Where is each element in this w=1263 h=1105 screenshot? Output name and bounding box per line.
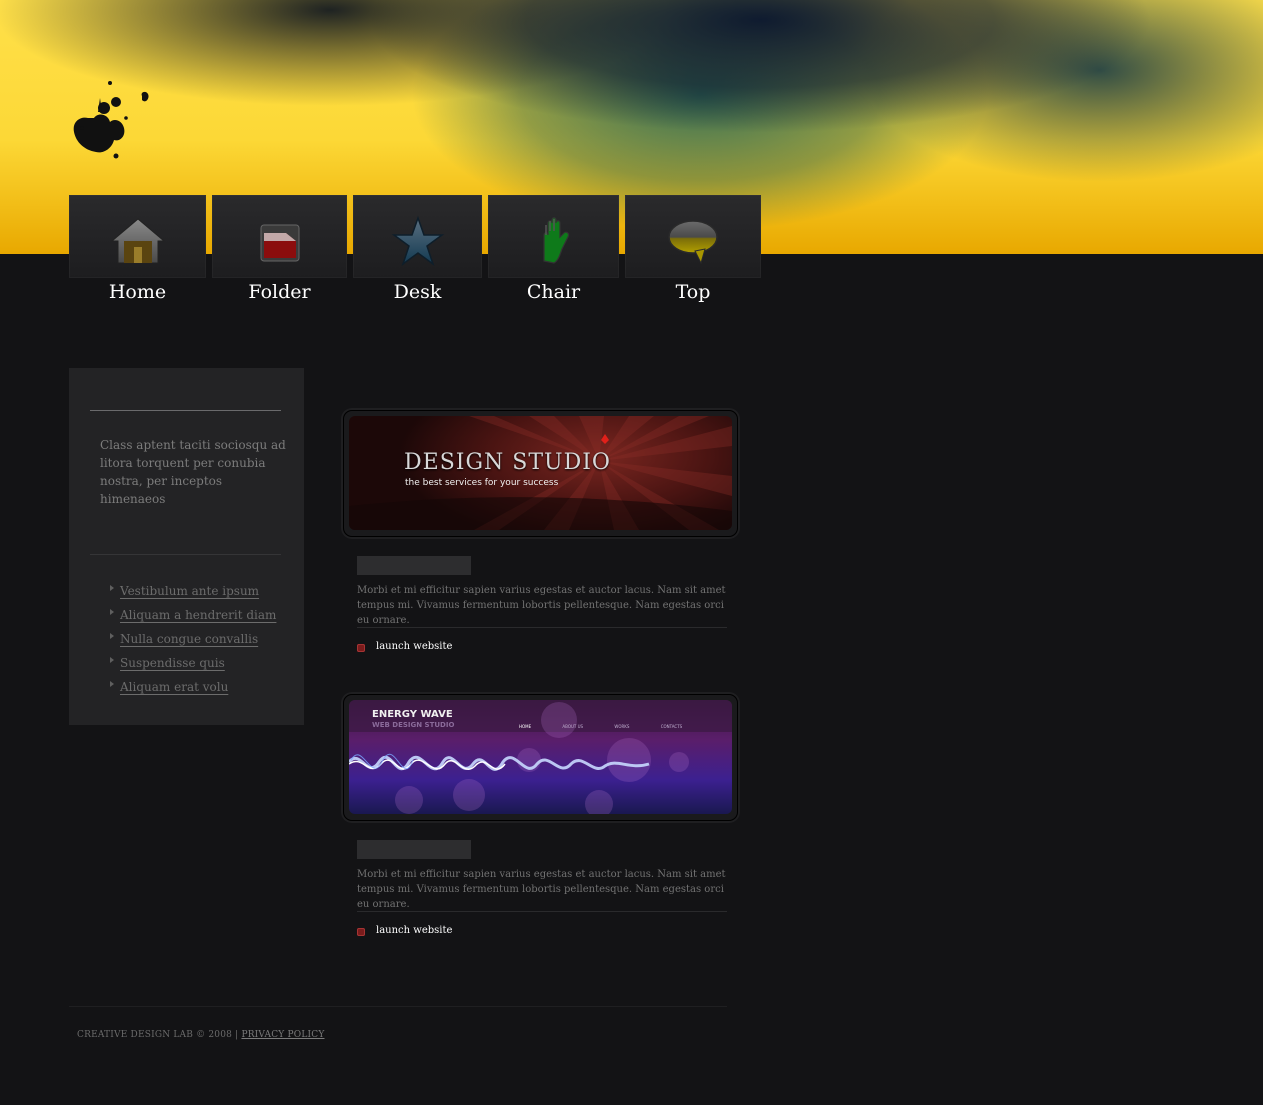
list-item: Nulla congue convallis xyxy=(109,628,276,652)
divider xyxy=(90,554,281,555)
sidebar-link[interactable]: Aliquam erat volu xyxy=(120,680,228,694)
external-link-icon xyxy=(357,644,365,652)
footer-divider xyxy=(69,1006,727,1007)
link-label: launch website xyxy=(376,641,453,652)
list-item: Vestibulum ante ipsum xyxy=(109,580,276,604)
sidebar-link[interactable]: Aliquam a hendrerit diam xyxy=(120,608,276,622)
project-description: Morbi et mi efficitur sapien varius eges… xyxy=(357,585,726,626)
speech-bubble-icon xyxy=(668,220,718,265)
list-item: Suspendisse quis xyxy=(109,652,276,676)
thumb-subtitle: WEB DESIGN STUDIO xyxy=(372,721,455,729)
star-icon xyxy=(391,215,444,266)
project-title xyxy=(357,840,471,859)
sidebar-intro: Class aptent taciti sociosqu ad litora t… xyxy=(100,438,286,506)
sidebar: Class aptent taciti sociosqu ad litora t… xyxy=(69,368,304,725)
divider xyxy=(357,911,727,912)
project-thumbnail[interactable]: ENERGY WAVE WEB DESIGN STUDIO HOME ABOUT… xyxy=(343,694,738,821)
nav-item-top[interactable]: Top xyxy=(625,195,761,305)
triangle-bullet-icon xyxy=(110,657,114,663)
nav-item-folder[interactable]: Folder xyxy=(212,195,347,305)
triangle-bullet-icon xyxy=(110,633,114,639)
nav-label: Desk xyxy=(393,281,442,303)
thumb-title: DESIGN STUDIO xyxy=(404,450,611,475)
thumb-nav-item: WORKS xyxy=(614,724,630,729)
triangle-bullet-icon xyxy=(110,585,114,591)
external-link-icon xyxy=(357,928,365,936)
link-label: launch website xyxy=(376,925,453,936)
project-card: ENERGY WAVE WEB DESIGN STUDIO HOME ABOUT… xyxy=(343,694,738,944)
thumb-subtitle: the best services for your success xyxy=(405,478,559,488)
triangle-bullet-icon xyxy=(110,681,114,687)
thumb-nav-item: HOME xyxy=(519,724,532,729)
footer: CREATIVE DESIGN LAB © 2008 | PRIVACY POL… xyxy=(77,1030,325,1040)
nav-item-desk[interactable]: Desk xyxy=(353,195,482,305)
nav-label: Chair xyxy=(526,281,581,303)
copyright-text: CREATIVE DESIGN LAB © 2008 | xyxy=(77,1030,242,1040)
nav-label: Folder xyxy=(248,281,311,303)
project-title xyxy=(357,556,471,575)
sidebar-link[interactable]: Suspendisse quis xyxy=(120,656,225,670)
hand-icon xyxy=(542,217,569,264)
thumb-nav-item: ABOUT US xyxy=(562,724,584,729)
divider xyxy=(90,410,281,411)
triangle-bullet-icon xyxy=(110,609,114,615)
nav-item-chair[interactable]: Chair xyxy=(488,195,619,305)
project-description: Morbi et mi efficitur sapien varius eges… xyxy=(357,869,726,910)
list-item: Aliquam erat volu xyxy=(109,676,276,700)
nav-label: Top xyxy=(675,281,711,303)
sidebar-link[interactable]: Vestibulum ante ipsum xyxy=(120,584,259,598)
project-thumbnail[interactable]: DESIGN STUDIO the best services for your… xyxy=(343,410,738,537)
folder-icon xyxy=(260,224,299,262)
list-item: Aliquam a hendrerit diam xyxy=(109,604,276,628)
project-card: DESIGN STUDIO the best services for your… xyxy=(343,410,738,660)
sidebar-link[interactable]: Nulla congue convallis xyxy=(120,632,258,646)
ink-splat-logo[interactable] xyxy=(68,78,158,160)
home-icon xyxy=(110,218,165,264)
thumb-title: ENERGY WAVE xyxy=(372,709,453,720)
thumb-nav: HOME ABOUT US WORKS CONTACTS xyxy=(519,724,682,729)
divider xyxy=(357,627,727,628)
thumbnail-image: ENERGY WAVE WEB DESIGN STUDIO HOME ABOUT… xyxy=(349,700,732,814)
nav-label: Home xyxy=(108,281,167,303)
privacy-policy-link[interactable]: PRIVACY POLICY xyxy=(241,1030,324,1040)
sidebar-links: Vestibulum ante ipsum Aliquam a hendreri… xyxy=(109,580,276,700)
thumb-nav-item: CONTACTS xyxy=(660,724,683,729)
thumbnail-image: DESIGN STUDIO the best services for your… xyxy=(349,416,732,530)
nav-item-home[interactable]: Home xyxy=(69,195,206,305)
